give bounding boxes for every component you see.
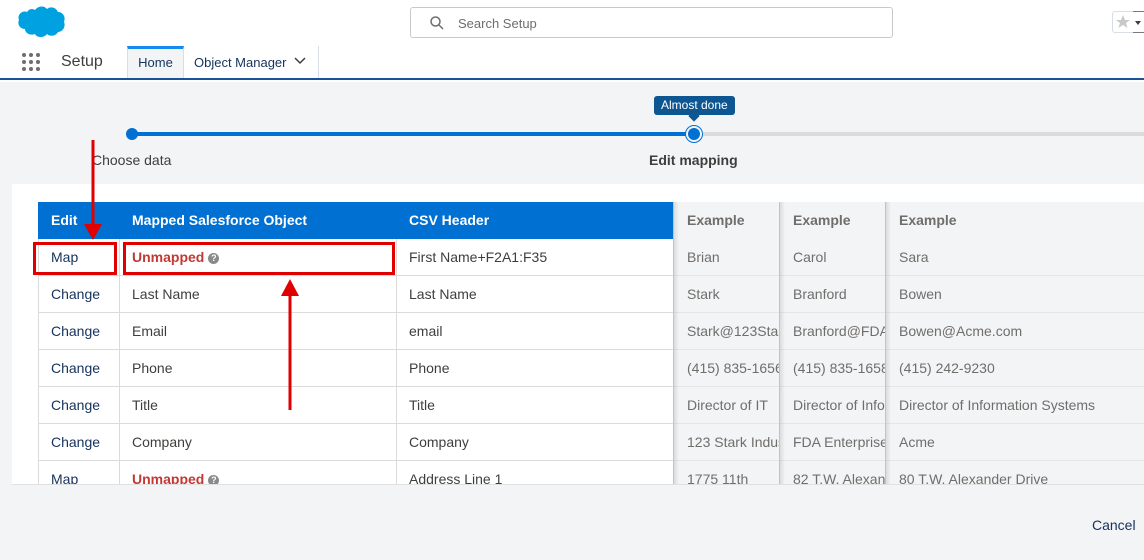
column-header-csv: CSV Header [396,202,673,239]
mapped-object-cell: Unmapped? [119,461,396,484]
annotation-box-map [33,242,117,275]
favorites-menu-button[interactable] [1133,11,1144,33]
column-shadow [885,202,891,484]
example-1-cell: Stark@123Stark [673,313,779,350]
search-placeholder: Search Setup [458,16,537,31]
app-nav-bar: Setup Home Object Manager [0,46,1144,80]
app-name: Setup [61,53,103,70]
step-edit-mapping-label: Edit mapping [649,152,738,168]
csv-header-cell: Phone [396,350,673,387]
help-icon[interactable]: ? [208,475,220,484]
column-header-mapped-object: Mapped Salesforce Object [119,202,396,239]
column-divider [396,239,397,484]
example-1-cell: 123 Stark Indust [673,424,779,461]
global-header: Search Setup [0,0,1144,46]
column-header-example-2: Example [779,202,885,239]
change-link[interactable]: Change [38,313,119,350]
example-1-cell: 1775 11th [673,461,779,484]
progress-indicator: Choose data Edit mapping Almost done [12,86,1144,184]
caret-down-icon [1135,21,1141,25]
example-1-cell: Brian [673,239,779,276]
example-3-cell: Acme [885,424,1144,461]
change-link[interactable]: Change [38,387,119,424]
progress-tooltip: Almost done [654,96,735,115]
mapped-object-cell: Email [119,313,396,350]
example-3-cell: Bowen@Acme.com [885,313,1144,350]
example-1-cell: Director of IT [673,387,779,424]
example-1-cell: (415) 835-1656 [673,350,779,387]
unmapped-label: Unmapped [132,471,205,484]
annotation-box-unmapped [123,242,395,275]
csv-header-cell: email [396,313,673,350]
chevron-down-icon[interactable] [294,57,306,65]
csv-header-cell: First Name+F2A1:F35 [396,239,673,276]
example-1-cell: Stark [673,276,779,313]
example-2-cell: Director of Inform [779,387,885,424]
csv-header-cell: Title [396,387,673,424]
column-header-edit: Edit [38,202,119,239]
progress-track-fill [132,132,694,136]
column-header-example-3: Example [885,202,1144,239]
example-3-cell: Director of Information Systems [885,387,1144,424]
example-2-cell: Carol [779,239,885,276]
column-divider [38,239,39,484]
example-3-cell: 80 T.W. Alexander Drive [885,461,1144,484]
example-2-cell: Branford [779,276,885,313]
example-2-cell: 82 T.W. Alexande [779,461,885,484]
example-2-cell: (415) 835-1658 [779,350,885,387]
tab-object-manager[interactable]: Object Manager [184,46,319,78]
tab-object-manager-label: Object Manager [194,55,287,70]
column-divider [119,239,120,484]
field-mapping-table: Edit Mapped Salesforce Object CSV Header… [12,184,1144,484]
example-3-cell: (415) 242-9230 [885,350,1144,387]
app-launcher-icon[interactable] [22,53,40,71]
csv-header-cell: Last Name [396,276,673,313]
search-icon [430,16,444,30]
step-edit-mapping-marker[interactable] [688,128,700,140]
change-link[interactable]: Change [38,350,119,387]
example-3-cell: Sara [885,239,1144,276]
example-3-cell: Bowen [885,276,1144,313]
csv-header-cell: Address Line 1 [396,461,673,484]
column-shadow [673,202,679,484]
mapped-object-cell: Title [119,387,396,424]
mapped-object-cell: Phone [119,350,396,387]
example-2-cell: FDA Enterprises [779,424,885,461]
star-icon [1116,15,1130,28]
column-header-example-1: Example [673,202,779,239]
csv-header-cell: Company [396,424,673,461]
mapped-object-cell: Company [119,424,396,461]
step-choose-data-marker[interactable] [126,128,138,140]
footer-bar: Cancel [12,484,1144,560]
mapped-object-cell: Last Name [119,276,396,313]
map-link[interactable]: Map [38,461,119,484]
tab-home[interactable]: Home [127,46,184,78]
column-shadow [779,202,785,484]
example-2-cell: Branford@FDAE [779,313,885,350]
change-link[interactable]: Change [38,276,119,313]
cancel-button[interactable]: Cancel [1092,517,1136,533]
change-link[interactable]: Change [38,424,119,461]
search-input[interactable]: Search Setup [410,7,893,38]
favorites-button[interactable] [1112,11,1134,33]
step-choose-data-label: Choose data [92,152,172,168]
salesforce-logo-icon[interactable] [14,4,66,40]
